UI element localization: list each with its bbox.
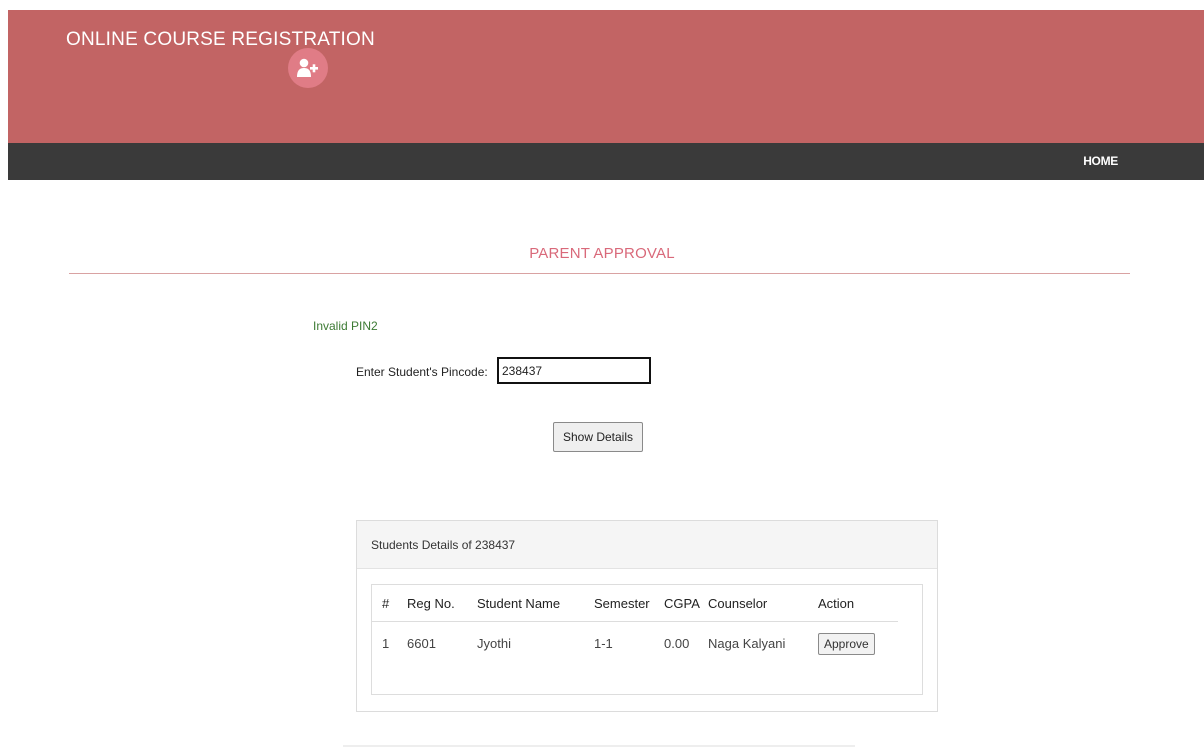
page-title: PARENT APPROVAL [529,245,675,262]
col-reg-no: Reg No. [407,585,477,622]
app-title: ONLINE COURSE REGISTRATION [66,29,375,50]
col-counselor: Counselor [708,585,818,622]
cell-student-name: Jyothi [477,636,511,651]
students-table-wrap: # Reg No. Student Name Semester CGPA Cou… [371,584,923,695]
students-panel: Students Details of 238437 # Reg No. Stu… [356,520,938,712]
cell-action: Approve [818,622,898,666]
cell-cgpa: 0.00 [664,636,690,651]
col-student-name: Student Name [477,585,594,622]
pincode-input[interactable] [497,357,651,384]
app-header: ONLINE COURSE REGISTRATION [8,10,1204,143]
table-header-row: # Reg No. Student Name Semester CGPA Cou… [372,585,898,622]
col-index: # [372,585,407,622]
cell-counselor: Naga Kalyani [708,636,786,651]
panel-heading: Students Details of 238437 [357,521,937,569]
approve-button[interactable]: Approve [818,632,875,655]
col-action: Action [818,585,898,622]
nav-bar: HOME [8,143,1204,180]
col-cgpa: CGPA [664,585,708,622]
col-semester: Semester [594,585,664,622]
status-message: Invalid PIN2 [313,319,378,333]
cell-index: 1 [382,636,390,651]
students-table: # Reg No. Student Name Semester CGPA Cou… [372,585,898,665]
cell-semester: 1-1 [594,636,613,651]
add-user-icon [288,48,328,88]
pincode-label: Enter Student's Pincode: [356,365,488,379]
cell-reg-no: 6601 [407,636,436,651]
show-details-button[interactable]: Show Details [553,422,643,452]
nav-home-link[interactable]: HOME [1083,154,1118,168]
table-row: 1 6601 Jyothi 1-1 0.00 Naga Kalyani Appr… [372,622,898,666]
title-divider [69,273,1130,274]
